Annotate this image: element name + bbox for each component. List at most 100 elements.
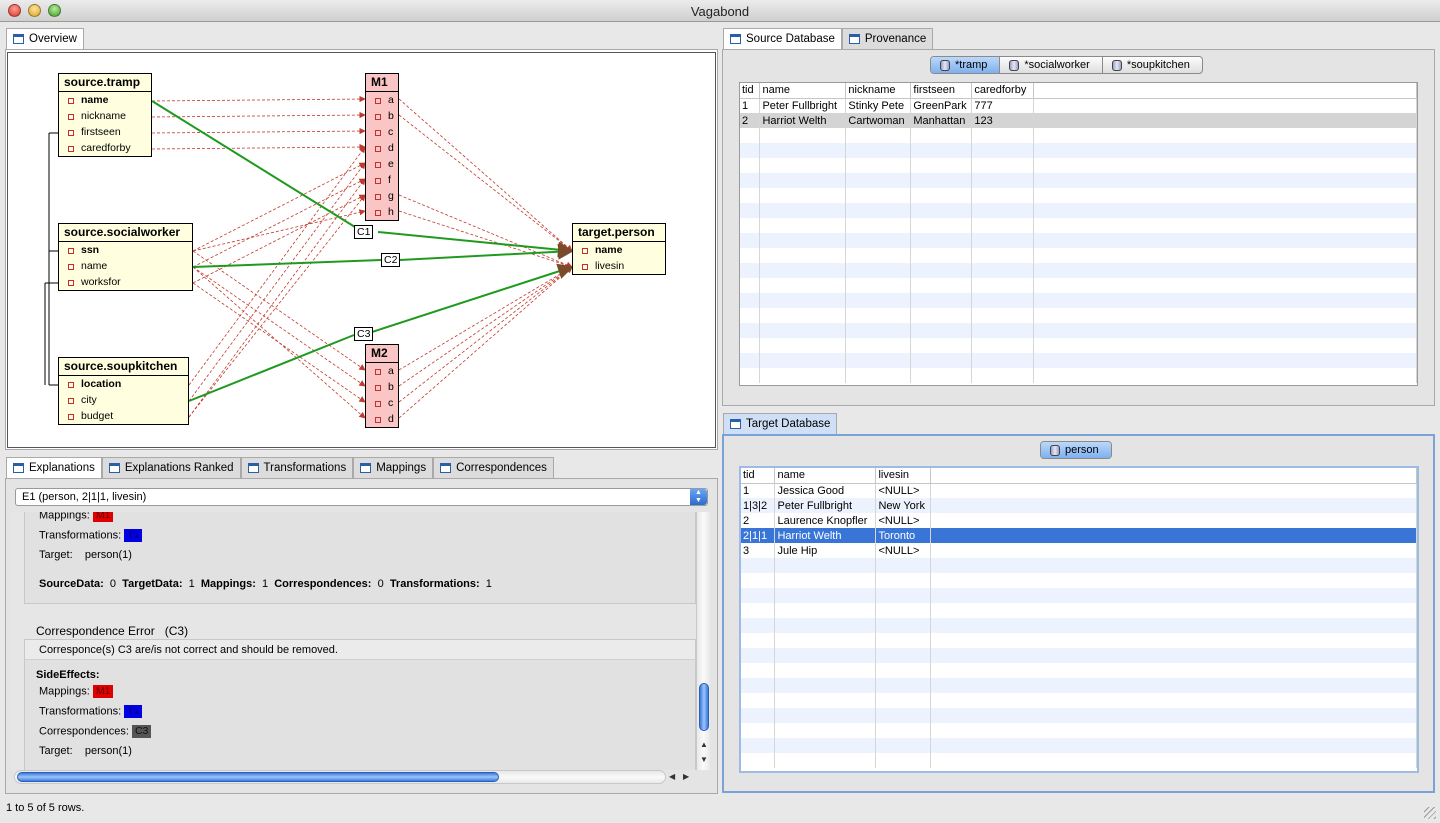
table-row[interactable]: 2 Laurence Knopfler <NULL> [741,513,1417,528]
target-data-table[interactable]: tid name livesin 1 Jessica Good <NULL> 1|3|… [739,466,1419,773]
segment-soupkitchen[interactable]: *soupkitchen [1103,57,1202,73]
column-header[interactable]: tid [740,83,761,99]
tab-overview[interactable]: Overview [6,28,84,50]
mapping-tag[interactable]: M1 [92,512,114,522]
tab-transformations[interactable]: Transformations [240,457,354,479]
table-row[interactable]: 1 Jessica Good <NULL> [741,483,1417,498]
transformations-row: Transformations: T1 [39,529,143,542]
summary-value: 0 [377,578,384,590]
attr-budget[interactable]: budget [59,408,188,424]
scroll-right-icon[interactable]: ▶ [683,772,689,781]
tab-provenance[interactable]: Provenance [841,28,934,50]
table-cell: GreenPark [910,98,973,113]
attr-worksfor[interactable]: worksfor [59,274,192,290]
box-source-socialworker[interactable]: source.socialworker ssn name worksfor [58,223,193,291]
box-mapping-m2[interactable]: M2 a b c d [365,344,399,428]
scroll-down-icon[interactable]: ▼ [700,755,708,764]
attr-a[interactable]: a [366,363,398,379]
box-source-soupkitchen[interactable]: source.soupkitchen location city budget [58,357,189,425]
tab-correspondences[interactable]: Correspondences [433,457,554,479]
attr-a[interactable]: a [366,92,398,108]
attr-c[interactable]: c [366,124,398,140]
attr-c[interactable]: c [366,395,398,411]
correspondence-label-c1[interactable]: C1 [354,225,374,239]
segment-person[interactable]: person [1041,442,1111,458]
transformation-tag[interactable]: T1 [124,529,143,542]
table-cell: Toronto [875,528,932,543]
transformation-tag[interactable]: T1 [124,705,143,718]
attr-livesin[interactable]: livesin [573,258,665,274]
attr-city[interactable]: city [59,392,188,408]
attr-e[interactable]: e [366,156,398,172]
attr-nickname[interactable]: nickname [59,108,151,124]
view-icon [108,463,120,473]
segment-tramp[interactable]: *tramp [931,57,1001,73]
box-mapping-m1[interactable]: M1 a b c d e f g h [365,73,399,221]
attr-caredforby[interactable]: caredforby [59,140,151,156]
attr-h[interactable]: h [366,204,398,220]
scroll-left-icon[interactable]: ◀ [669,772,675,781]
attr-b[interactable]: b [366,108,398,124]
tab-source-database[interactable]: Source Database [723,28,842,50]
table-cell [910,368,973,383]
scroll-thumb[interactable] [699,683,709,731]
table-row[interactable]: 2 Harriot Welth Cartwoman Manhattan 123 [740,113,1417,128]
source-table-selector[interactable]: *tramp *socialworker *soupkitchen [930,56,1203,74]
attr-name[interactable]: name [59,92,151,108]
segment-socialworker[interactable]: *socialworker [1000,57,1103,73]
explanations-horizontal-scrollbar[interactable] [14,770,666,784]
resize-grip-icon[interactable] [1424,807,1436,819]
attr-g[interactable]: g [366,188,398,204]
correspondence-error-card: Corresponce(s) C3 are/is not correct and… [24,639,696,770]
scroll-up-icon[interactable]: ▲ [700,740,708,749]
table-cell [774,618,877,633]
tab-target-database[interactable]: Target Database [723,413,838,435]
overview-canvas[interactable]: source.tramp name nickname firstseen car… [7,52,716,448]
column-header[interactable]: name [759,83,847,99]
attr-firstseen[interactable]: firstseen [59,124,151,140]
attr-name[interactable]: name [59,258,192,274]
column-header[interactable]: caredforby [971,83,1035,99]
source-data-table[interactable]: tid name nickname firstseen caredforby 1… [739,82,1418,386]
table-cell [930,543,1417,558]
column-header[interactable]: name [774,468,877,484]
explanation-select[interactable]: E1 (person, 2|1|1, livesin) ▲ ▼ [15,488,708,506]
table-row-empty [740,338,1417,353]
view-icon [730,419,741,429]
attr-d[interactable]: d [366,411,398,427]
scroll-thumb[interactable] [17,772,499,782]
attr-name[interactable]: name [573,242,665,258]
table-cell [971,308,1035,323]
tab-explanations[interactable]: Explanations [6,457,102,479]
table-row[interactable]: 3 Jule Hip <NULL> [741,543,1417,558]
tab-mappings[interactable]: Mappings [353,457,434,479]
table-cell [910,338,973,353]
target-table-selector[interactable]: person [1040,441,1112,459]
table-cell: Peter Fullbright [774,498,877,513]
column-header[interactable]: tid [741,468,776,484]
explanations-vertical-scrollbar[interactable]: ▲ ▼ [696,512,710,770]
correspondence-label-c2[interactable]: C2 [381,253,401,267]
table-row[interactable]: 2|1|1 Harriot Welth Toronto [741,528,1417,543]
box-target-person[interactable]: target.person name livesin [572,223,666,275]
correspondence-tag[interactable]: C3 [131,725,152,738]
view-icon [13,463,24,473]
table-cell [875,618,932,633]
mapping-tag[interactable]: M1 [92,685,114,698]
column-header[interactable]: livesin [875,468,932,484]
table-cell [930,633,1417,648]
attr-d[interactable]: d [366,140,398,156]
attr-ssn[interactable]: ssn [59,242,192,258]
explanation-details[interactable]: Mappings: M1 Transformations: T1 Target:… [10,512,696,770]
attr-b[interactable]: b [366,379,398,395]
table-cell [971,218,1035,233]
correspondence-label-c3[interactable]: C3 [354,327,374,341]
attr-location[interactable]: location [59,376,188,392]
attr-f[interactable]: f [366,172,398,188]
column-header[interactable]: firstseen [910,83,973,99]
column-header[interactable]: nickname [845,83,912,99]
tab-explanations-ranked[interactable]: Explanations Ranked [101,457,241,479]
box-source-tramp[interactable]: source.tramp name nickname firstseen car… [58,73,152,157]
table-row[interactable]: 1 Peter Fullbright Stinky Pete GreenPark 777 [740,98,1417,113]
table-row[interactable]: 1|3|2 Peter Fullbright New York [741,498,1417,513]
